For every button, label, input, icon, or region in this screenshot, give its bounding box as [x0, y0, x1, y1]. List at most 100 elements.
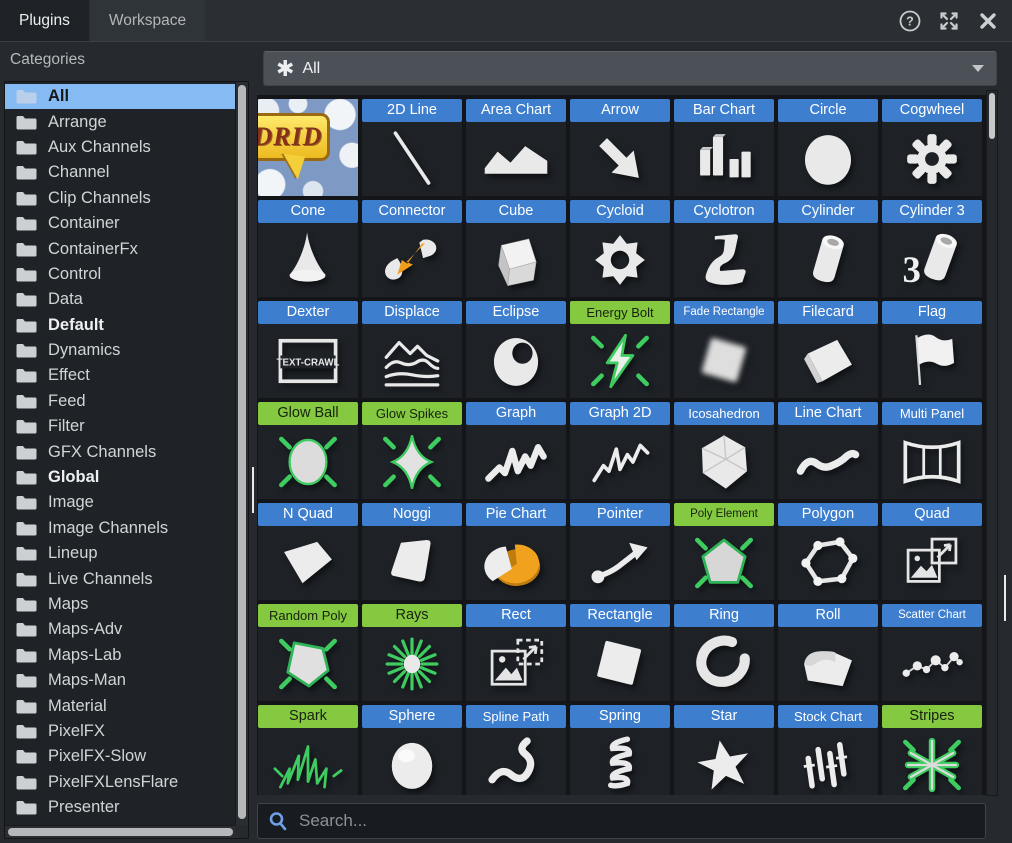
category-filter-dropdown[interactable]: ✱ All — [263, 51, 997, 86]
sidebar-item-image[interactable]: Image — [5, 490, 235, 515]
scrollbar-thumb[interactable] — [989, 93, 995, 139]
plugin-tile-drid-thumbnail[interactable]: DRID — [258, 99, 358, 196]
plugin-tile-icosahedron[interactable]: Icosahedron — [674, 402, 774, 499]
plugin-tile-pointer[interactable]: Pointer — [570, 503, 670, 600]
sidebar-item-containerfx[interactable]: ContainerFx — [5, 236, 235, 261]
plugin-tile-graph[interactable]: Graph — [466, 402, 566, 499]
plugin-tile-polygon[interactable]: Polygon — [778, 503, 878, 600]
plugin-tile-connector[interactable]: Connector — [362, 200, 462, 297]
plugin-tile-star[interactable]: Star — [674, 705, 774, 795]
sidebar-item-image-channels[interactable]: Image Channels — [5, 516, 235, 541]
categories-horizontal-scrollbar[interactable] — [5, 825, 235, 838]
plugin-tile-n-quad[interactable]: N Quad — [258, 503, 358, 600]
search-box[interactable] — [257, 803, 986, 839]
plugin-tile-scatter-chart[interactable]: Scatter Chart — [882, 604, 982, 701]
maximize-icon[interactable] — [938, 10, 960, 32]
plugin-tile-poly-element[interactable]: Poly Element — [674, 503, 774, 600]
plugin-tile-stripes[interactable]: Stripes — [882, 705, 982, 795]
plugin-tile-arrow[interactable]: Arrow — [570, 99, 670, 196]
sidebar-item-material[interactable]: Material — [5, 693, 235, 718]
categories-vertical-scrollbar[interactable] — [235, 82, 248, 825]
folder-icon — [16, 368, 37, 383]
window-right-edge[interactable] — [998, 42, 1012, 843]
plugin-tile-eclipse[interactable]: Eclipse — [466, 301, 566, 398]
plugin-tile-flag[interactable]: Flag — [882, 301, 982, 398]
plugin-tile-cogwheel[interactable]: Cogwheel — [882, 99, 982, 196]
plugin-tile-pie-chart[interactable]: Pie Chart — [466, 503, 566, 600]
plugin-tile-thumbnail: TEXT-CRAWL — [258, 324, 358, 398]
plugin-tile-multi-panel[interactable]: Multi Panel — [882, 402, 982, 499]
plugin-tile-spring[interactable]: Spring — [570, 705, 670, 795]
cylinder-icon — [782, 226, 874, 294]
sidebar-item-pixelfxlensflare[interactable]: PixelFXLensFlare — [5, 770, 235, 795]
close-icon[interactable] — [977, 10, 999, 32]
sidebar-item-all[interactable]: All — [5, 84, 235, 109]
plugin-tile-spline-path[interactable]: Spline Path — [466, 705, 566, 795]
plugin-tile-rays[interactable]: Rays — [362, 604, 462, 701]
plugin-tile-cylinder[interactable]: Cylinder — [778, 200, 878, 297]
sidebar-item-pixelfx[interactable]: PixelFX — [5, 719, 235, 744]
sidebar-item-maps-adv[interactable]: Maps-Adv — [5, 617, 235, 642]
grid-vertical-scrollbar[interactable] — [986, 90, 998, 796]
sidebar-item-gfx-channels[interactable]: GFX Channels — [5, 439, 235, 464]
sidebar-item-maps[interactable]: Maps — [5, 592, 235, 617]
tab-workspace[interactable]: Workspace — [90, 0, 205, 41]
plugin-tile-spark[interactable]: Spark — [258, 705, 358, 795]
plugin-tile-sphere[interactable]: Sphere — [362, 705, 462, 795]
sidebar-item-data[interactable]: Data — [5, 287, 235, 312]
scrollbar-thumb[interactable] — [8, 828, 233, 836]
plugin-tile-cylinder-3[interactable]: Cylinder 33 — [882, 200, 982, 297]
panel-splitter[interactable] — [249, 42, 257, 843]
plugin-tile-cube[interactable]: Cube — [466, 200, 566, 297]
sidebar-item-default[interactable]: Default — [5, 313, 235, 338]
resize-handle[interactable] — [1004, 575, 1006, 621]
sidebar-item-lineup[interactable]: Lineup — [5, 541, 235, 566]
plugin-tile-glow-spikes[interactable]: Glow Spikes — [362, 402, 462, 499]
search-input[interactable] — [297, 810, 975, 832]
plugin-tile-ring[interactable]: Ring — [674, 604, 774, 701]
sidebar-item-maps-man[interactable]: Maps-Man — [5, 668, 235, 693]
plugin-tile-cyclotron[interactable]: Cyclotron — [674, 200, 774, 297]
plugin-tile-roll[interactable]: Roll — [778, 604, 878, 701]
sidebar-item-arrange[interactable]: Arrange — [5, 109, 235, 134]
sidebar-item-container[interactable]: Container — [5, 211, 235, 236]
sidebar-item-filter[interactable]: Filter — [5, 414, 235, 439]
help-icon[interactable]: ? — [899, 10, 921, 32]
plugin-tile-2d-line[interactable]: 2D Line — [362, 99, 462, 196]
plugin-tile-bar-chart[interactable]: Bar Chart — [674, 99, 774, 196]
sidebar-item-aux-channels[interactable]: Aux Channels — [5, 135, 235, 160]
plugin-tile-stock-chart[interactable]: Stock Chart — [778, 705, 878, 795]
plugin-tile-cone[interactable]: Cone — [258, 200, 358, 297]
plugin-tile-graph-2d[interactable]: Graph 2D — [570, 402, 670, 499]
plugin-tile-displace[interactable]: Displace — [362, 301, 462, 398]
sidebar-item-effect[interactable]: Effect — [5, 363, 235, 388]
plugin-tile-dexter[interactable]: DexterTEXT-CRAWL — [258, 301, 358, 398]
sidebar-item-control[interactable]: Control — [5, 262, 235, 287]
plugin-tile-rectangle[interactable]: Rectangle — [570, 604, 670, 701]
plugin-tile-cycloid[interactable]: Cycloid — [570, 200, 670, 297]
sidebar-item-feed[interactable]: Feed — [5, 389, 235, 414]
sidebar-item-global[interactable]: Global — [5, 465, 235, 490]
plugin-tile-glow-ball[interactable]: Glow Ball — [258, 402, 358, 499]
plugin-tile-fade-rectangle[interactable]: Fade Rectangle — [674, 301, 774, 398]
plugin-tile-noggi[interactable]: Noggi — [362, 503, 462, 600]
plugin-tile-area-chart[interactable]: Area Chart — [466, 99, 566, 196]
tab-plugins[interactable]: Plugins — [0, 0, 89, 41]
plugin-tile-random-poly[interactable]: Random Poly — [258, 604, 358, 701]
plugin-tile-energy-bolt[interactable]: Energy Bolt — [570, 301, 670, 398]
sidebar-item-channel[interactable]: Channel — [5, 160, 235, 185]
sidebar-item-clip-channels[interactable]: Clip Channels — [5, 186, 235, 211]
scrollbar-thumb[interactable] — [238, 85, 246, 819]
plugin-tile-line-chart[interactable]: Line Chart — [778, 402, 878, 499]
plugin-tile-quad[interactable]: Quad — [882, 503, 982, 600]
splitter-handle[interactable] — [252, 467, 254, 513]
plugin-tile-rect[interactable]: Rect — [466, 604, 566, 701]
plugin-tile-circle[interactable]: Circle — [778, 99, 878, 196]
plugin-tile-label: Pie Chart — [466, 503, 566, 526]
sidebar-item-pixelfx-slow[interactable]: PixelFX-Slow — [5, 744, 235, 769]
sidebar-item-presenter[interactable]: Presenter — [5, 795, 235, 820]
sidebar-item-dynamics[interactable]: Dynamics — [5, 338, 235, 363]
sidebar-item-live-channels[interactable]: Live Channels — [5, 566, 235, 591]
plugin-tile-filecard[interactable]: Filecard — [778, 301, 878, 398]
sidebar-item-maps-lab[interactable]: Maps-Lab — [5, 643, 235, 668]
